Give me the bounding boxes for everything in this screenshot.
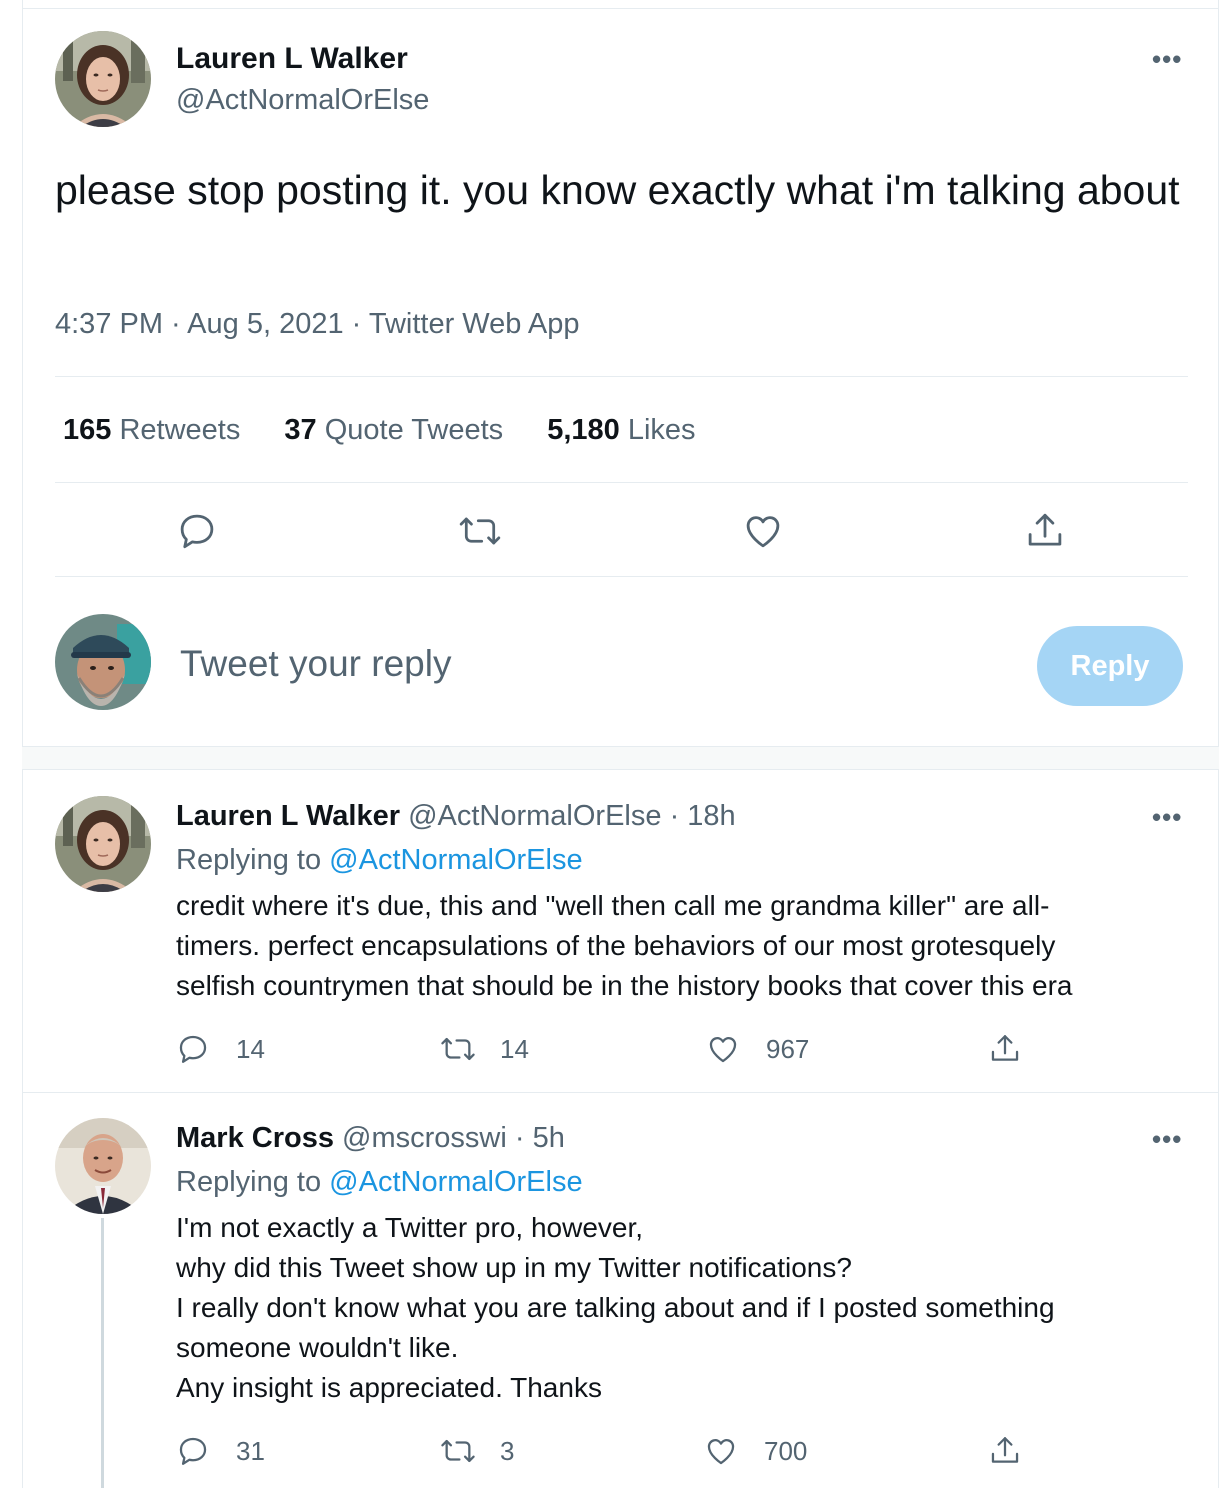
reply-text-line: someone wouldn't like. [176, 1332, 459, 1363]
retweets-stat[interactable]: 165 Retweets [63, 414, 240, 446]
reply-author-avatar[interactable] [55, 796, 151, 892]
reply-text-line: I'm not exactly a Twitter pro, however, [176, 1212, 644, 1243]
replying-to-link[interactable]: @ActNormalOrElse [329, 1166, 582, 1198]
retweet-icon[interactable] [456, 510, 504, 552]
main-author-avatar[interactable] [55, 31, 151, 127]
retweet-count: 3 [500, 1436, 515, 1466]
reply-author-name[interactable]: Lauren L Walker [176, 800, 400, 832]
reply-icon[interactable] [176, 1032, 210, 1066]
replying-to: Replying to @ActNormalOrElse [176, 1166, 583, 1199]
quotes-label: Quote Tweets [324, 414, 504, 446]
likes-stat[interactable]: 5,180 Likes [547, 414, 695, 446]
reply-text-line: timers. perfect encapsulations of the be… [176, 930, 1056, 961]
reply-icon[interactable] [176, 510, 218, 552]
reply-text-line: credit where it's due, this and "well th… [176, 890, 1050, 921]
reply-timestamp[interactable]: · 5h [515, 1122, 565, 1154]
timeline-border-right [1218, 0, 1219, 1488]
main-tweet-meta: 4:37 PM · Aug 5, 2021 · Twitter Web App [55, 308, 580, 340]
share-icon[interactable] [1024, 510, 1066, 552]
timeline-border-left [22, 0, 23, 1488]
reply-icon[interactable] [176, 1434, 210, 1468]
main-author-handle[interactable]: @ActNormalOrElse [176, 84, 429, 117]
like-icon[interactable] [742, 510, 784, 552]
divider [55, 576, 1188, 577]
replying-to-prefix: Replying to [176, 1166, 322, 1198]
divider [55, 376, 1188, 377]
more-icon[interactable]: ••• [1152, 46, 1182, 72]
replying-to-link[interactable]: @ActNormalOrElse [329, 844, 582, 876]
reply-text-line: selfish countrymen that should be in the… [176, 970, 1073, 1001]
replying-to: Replying to @ActNormalOrElse [176, 844, 583, 877]
like-count: 700 [764, 1436, 808, 1466]
reply-button[interactable]: Reply [1037, 626, 1183, 706]
reply-timestamp[interactable]: · 18h [670, 800, 736, 832]
quotes-stat[interactable]: 37 Quote Tweets [284, 414, 503, 446]
reply-count: 14 [236, 1034, 265, 1064]
divider [55, 482, 1188, 483]
likes-count: 5,180 [547, 414, 620, 446]
reply-text-line: why did this Tweet show up in my Twitter… [176, 1252, 852, 1283]
divider [22, 1092, 1219, 1093]
more-icon[interactable]: ••• [1152, 804, 1182, 830]
reply-text-line: Any insight is appreciated. Thanks [176, 1372, 602, 1403]
share-icon[interactable] [988, 1434, 1022, 1468]
like-count: 967 [766, 1034, 810, 1064]
replying-to-prefix: Replying to [176, 844, 322, 876]
share-icon[interactable] [988, 1032, 1022, 1066]
retweet-icon[interactable] [438, 1032, 478, 1066]
tweet-stats: 165 Retweets 37 Quote Tweets 5,180 Likes [63, 414, 732, 447]
likes-label: Likes [627, 414, 696, 446]
reply-header: Mark Cross @mscrosswi · 5h [176, 1122, 565, 1155]
reply-author-avatar[interactable] [55, 1118, 151, 1214]
reply-count: 31 [236, 1436, 265, 1466]
reply-text: I'm not exactly a Twitter pro, however, … [176, 1208, 1186, 1408]
section-separator [22, 746, 1219, 770]
reply-header: Lauren L Walker @ActNormalOrElse · 18h [176, 800, 736, 833]
like-icon[interactable] [706, 1032, 740, 1066]
reply-text: credit where it's due, this and "well th… [176, 886, 1186, 1006]
like-icon[interactable] [704, 1434, 738, 1468]
more-icon[interactable]: ••• [1152, 1126, 1182, 1152]
current-user-avatar[interactable] [55, 614, 151, 710]
main-tweet-text: please stop posting it. you know exactly… [55, 167, 1180, 213]
reply-text-line: I really don't know what you are talking… [176, 1292, 1055, 1323]
quotes-count: 37 [284, 414, 317, 446]
reply-author-handle[interactable]: @ActNormalOrElse [408, 800, 661, 832]
thread-connector-line [101, 1218, 104, 1488]
retweet-icon[interactable] [438, 1434, 478, 1468]
retweet-count: 14 [500, 1034, 529, 1064]
retweets-label: Retweets [119, 414, 241, 446]
timeline-border-top [22, 8, 1219, 9]
retweets-count: 165 [63, 414, 112, 446]
reply-author-handle[interactable]: @mscrosswi [342, 1122, 507, 1154]
reply-author-name[interactable]: Mark Cross [176, 1122, 334, 1154]
main-author-name[interactable]: Lauren L Walker [176, 42, 408, 76]
reply-input[interactable]: Tweet your reply [180, 643, 451, 685]
